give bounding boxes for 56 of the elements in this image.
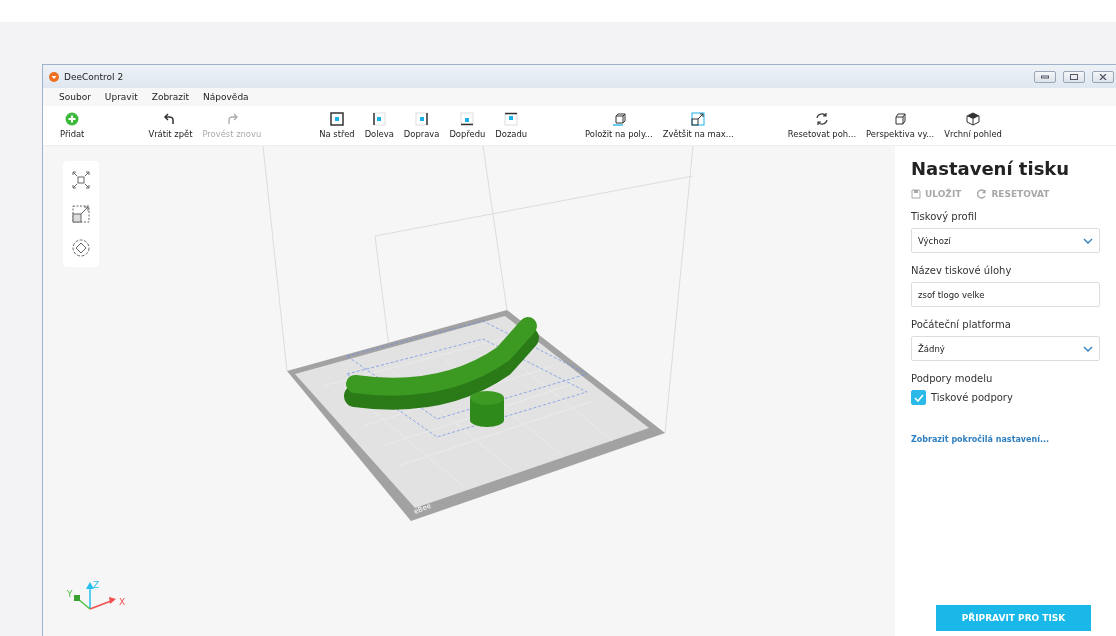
toolbar-button[interactable]: Položit na poly...: [582, 106, 656, 145]
align-left-icon: [371, 112, 388, 126]
align-right-icon: [413, 112, 430, 126]
maximize-button[interactable]: [1063, 70, 1085, 83]
align-back-icon: [503, 112, 520, 126]
fit-view-button[interactable]: [70, 169, 92, 191]
toolbar-button[interactable]: Resetovat poh...: [784, 106, 860, 145]
close-button[interactable]: [1092, 70, 1114, 83]
panel-title: Nastavení tisku: [911, 158, 1071, 179]
toolbar-button[interactable]: Zvětšit na max...: [659, 106, 737, 145]
rotate-view-button[interactable]: [70, 237, 92, 259]
axis-label: Y: [67, 589, 73, 599]
toolbar-button[interactable]: Perspektiva vy...: [863, 106, 938, 145]
toolbar-button[interactable]: Dozadu: [492, 106, 531, 145]
scale-to-fit-button[interactable]: [70, 203, 92, 225]
scale-icon: [690, 112, 707, 126]
menu-item[interactable]: Upravit: [104, 92, 138, 102]
field-label: Název tiskové úlohy: [911, 265, 1013, 276]
menu-item[interactable]: Zobrazit: [151, 92, 190, 102]
axis-label: X: [119, 597, 126, 607]
close-icon: [1099, 73, 1107, 80]
checkbox-label: Tiskové podpory: [931, 392, 1013, 403]
dropdown[interactable]: Výchozí: [911, 228, 1100, 253]
advanced-settings-link[interactable]: Zobrazit pokročilá nastavení...: [911, 435, 1100, 444]
chevron-down-icon: [1083, 237, 1093, 244]
cube-on-plane-icon: [610, 112, 627, 126]
toolbar-button[interactable]: Dopředu: [446, 106, 489, 145]
field-label: Podpory modelu: [911, 373, 994, 384]
toolbar-button[interactable]: Vrchní pohled: [941, 106, 1005, 145]
chevron-down-icon: [1083, 345, 1093, 352]
plus-icon: [65, 112, 80, 126]
refresh-icon: [813, 112, 830, 126]
window-title: DeeControl 2: [64, 71, 125, 82]
axis-gizmo-drawing: [74, 582, 116, 610]
axis-label: Z: [93, 580, 100, 590]
toolbar-button[interactable]: Doleva: [361, 106, 397, 145]
toolbar-button[interactable]: Doprava: [400, 106, 443, 145]
app-logo-icon: [49, 71, 59, 82]
toolbar-button[interactable]: Na střed: [316, 106, 358, 145]
cube-icon: [892, 112, 909, 126]
refresh-icon: [977, 189, 988, 199]
toolbar-button[interactable]: Vrátit zpět: [145, 106, 196, 145]
align-center-icon: [328, 112, 345, 126]
dropdown[interactable]: Žádný: [911, 336, 1100, 361]
field-label: Tiskový profil: [911, 211, 978, 222]
toolbar-button[interactable]: Přidat: [57, 106, 88, 145]
field-label: Počáteční platforma: [911, 319, 1012, 330]
minimize-icon: [1041, 74, 1049, 79]
maximize-icon: [1070, 73, 1078, 80]
input-field[interactable]: zsof tlogo velke: [911, 282, 1100, 307]
checkbox[interactable]: [911, 390, 926, 405]
align-front-icon: [459, 112, 476, 126]
menu-item[interactable]: Soubor: [59, 92, 91, 102]
save-icon: [911, 189, 921, 199]
cube-icon: [965, 112, 982, 126]
menu-item[interactable]: Nápověda: [203, 92, 249, 102]
